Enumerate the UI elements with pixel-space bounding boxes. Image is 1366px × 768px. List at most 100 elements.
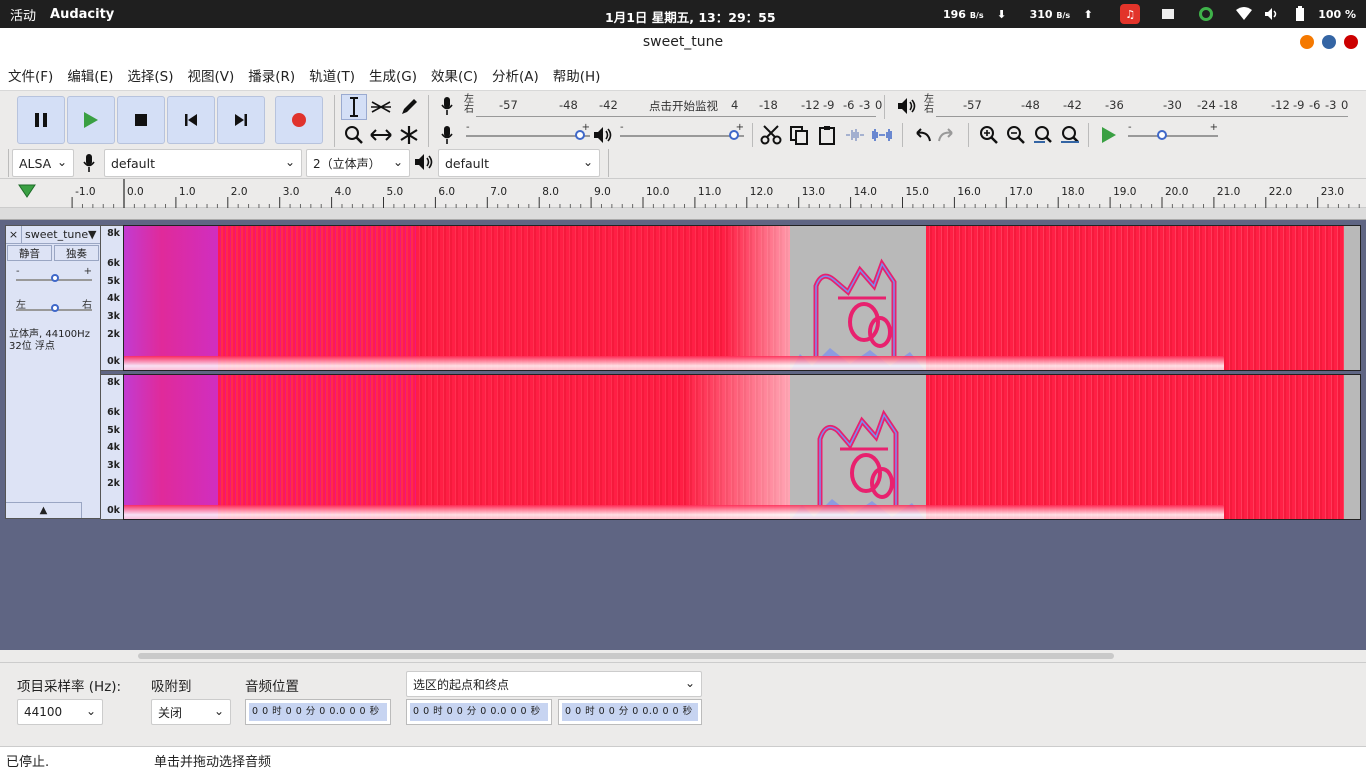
menu-effect[interactable]: 效果(C) — [431, 65, 478, 85]
menu-analyze[interactable]: 分析(A) — [492, 65, 539, 85]
spectrogram-hidden-image — [791, 258, 925, 370]
recording-meter[interactable]: 左右 -57 -48 -42 点击开始监视 4 -18 -12 -9 -6 -3… — [464, 93, 884, 117]
recording-device-select[interactable]: default ⌄ — [104, 149, 302, 177]
trim-audio-button[interactable] — [842, 122, 868, 148]
tray-green-circle-icon[interactable] — [1196, 4, 1216, 24]
copy-button[interactable] — [786, 122, 812, 148]
scrollbar-thumb[interactable] — [138, 653, 1114, 659]
menu-generate[interactable]: 生成(G) — [369, 65, 417, 85]
menu-select[interactable]: 选择(S) — [127, 65, 173, 85]
selection-end-time[interactable]: 0 0 时 0 0 分 0 0.0 0 0 秒 — [558, 699, 702, 725]
draw-tool[interactable] — [396, 94, 422, 120]
playback-volume-slider[interactable]: - + — [620, 122, 744, 146]
slider-thumb[interactable] — [51, 304, 59, 312]
playback-device-select[interactable]: default ⌄ — [438, 149, 600, 177]
redo-button[interactable] — [935, 122, 961, 148]
toolbar-separator — [752, 123, 753, 147]
window-title-bar[interactable]: sweet_tune — [0, 28, 1366, 60]
fit-project-button[interactable] — [1057, 122, 1083, 148]
solo-button[interactable]: 独奏 — [54, 245, 99, 261]
cut-button[interactable] — [758, 122, 784, 148]
menu-file[interactable]: 文件(F) — [8, 65, 53, 85]
menu-view[interactable]: 视图(V) — [188, 65, 235, 85]
playback-state: 已停止. — [6, 755, 50, 768]
ruler-scrub-strip[interactable] — [0, 208, 1366, 220]
clock[interactable]: 1月1日 星期五, 13：29：55 — [605, 7, 776, 26]
slider-thumb[interactable] — [728, 130, 739, 140]
play-button[interactable] — [67, 96, 115, 144]
menu-tracks[interactable]: 轨道(T) — [309, 65, 355, 85]
record-button[interactable] — [275, 96, 323, 144]
music-app-tray-icon[interactable]: ♫ — [1120, 4, 1141, 24]
recording-channels-select[interactable]: 2（立体声） ⌄ — [306, 149, 410, 177]
dropdown-icon[interactable]: ▼ — [88, 226, 100, 243]
meter-tick: -57 — [962, 98, 983, 112]
menu-edit[interactable]: 编辑(E) — [67, 65, 113, 85]
tray-square-icon[interactable] — [1158, 4, 1178, 24]
project-rate-select[interactable]: 44100 ⌄ — [17, 699, 103, 725]
maximize-button[interactable] — [1322, 35, 1336, 49]
audio-host-select[interactable]: ALSA ⌄ — [12, 149, 74, 177]
playback-meter[interactable]: 左右 -57 -48 -42 -36 -30 -24 -18 -12 -9 -6… — [924, 93, 1350, 117]
mute-button[interactable]: 静音 — [7, 245, 52, 261]
timeline-ruler[interactable]: -1.0 0.0 1.0 2.0 3.0 4.0 5.0 6.0 7.0 8.0 9.0 10.0 11… — [0, 178, 1366, 209]
playback-meter-scale[interactable]: -57 -48 -42 -36 -30 -24 -18 -12 -9 -6 -3… — [936, 93, 1350, 117]
selection-tool[interactable] — [341, 94, 367, 120]
selection-start-time[interactable]: 0 0 时 0 0 分 0 0.0 0 0 秒 — [406, 699, 552, 725]
horizontal-scrollbar[interactable] — [0, 650, 1366, 662]
play-speed-slider[interactable]: - + — [1128, 122, 1218, 146]
ruler-tick-label: -1.0 — [75, 186, 96, 198]
silence-audio-button[interactable] — [869, 122, 895, 148]
volume-icon[interactable] — [1262, 4, 1282, 24]
stop-button[interactable] — [117, 96, 165, 144]
zoom-tool[interactable] — [341, 122, 367, 148]
battery-icon[interactable] — [1290, 4, 1310, 24]
multi-tool[interactable] — [396, 122, 422, 148]
meter-tick: -42 — [598, 98, 619, 112]
close-button[interactable] — [1344, 35, 1358, 49]
slider-thumb[interactable] — [574, 130, 585, 140]
play-meter-button[interactable] — [894, 93, 920, 119]
meter-tick: 0 — [874, 98, 884, 112]
slider-thumb[interactable] — [1157, 130, 1168, 140]
menu-help[interactable]: 帮助(H) — [553, 65, 601, 85]
skip-to-end-button[interactable] — [217, 96, 265, 144]
audio-position-time[interactable]: 0 0 时 0 0 分 0 0.0 0 0 秒 — [245, 699, 391, 725]
ruler-tick-label: 8.0 — [542, 186, 559, 198]
collapse-track-button[interactable]: ▲ — [6, 502, 82, 518]
track-control-panel[interactable]: × sweet_tune ▼ 静音 独奏 - + 左 右 立体声, 44100H… — [5, 225, 101, 519]
fit-selection-button[interactable] — [1030, 122, 1056, 148]
track-name-menu[interactable]: sweet_tune — [22, 226, 88, 243]
zoom-in-button[interactable] — [976, 122, 1002, 148]
time-shift-tool[interactable] — [368, 122, 394, 148]
activities-button[interactable]: 活动 — [10, 5, 36, 24]
paste-button[interactable] — [814, 122, 840, 148]
play-at-speed-button[interactable] — [1096, 122, 1122, 148]
recording-meter-scale[interactable]: -57 -48 -42 点击开始监视 4 -18 -12 -9 -6 -3 0 — [476, 93, 884, 117]
pause-button[interactable] — [17, 96, 65, 144]
snap-to-select[interactable]: 关闭 ⌄ — [151, 699, 231, 725]
track-pan-slider[interactable]: 左 右 — [16, 296, 92, 320]
selection-mode-select[interactable]: 选区的起点和终点 ⌄ — [406, 671, 702, 697]
track-area[interactable]: × sweet_tune ▼ 静音 独奏 - + 左 右 立体声, 44100H… — [0, 220, 1366, 660]
spectrogram-left-channel[interactable] — [123, 225, 1361, 371]
meter-tick: -24 — [1196, 98, 1217, 112]
track-gain-slider[interactable]: - + — [16, 266, 92, 290]
frequency-axis-left-channel[interactable]: 8k 6k 5k 4k 3k 2k 0k — [101, 225, 123, 371]
minimize-button[interactable] — [1300, 35, 1314, 49]
download-rate: 196 B/s — [943, 7, 984, 21]
wifi-icon[interactable] — [1234, 4, 1254, 24]
envelope-tool[interactable] — [368, 94, 394, 120]
track-close-button[interactable]: × — [6, 226, 22, 243]
frequency-axis-right-channel[interactable]: 8k 6k 5k 4k 3k 2k 0k — [101, 374, 123, 520]
skip-to-start-button[interactable] — [167, 96, 215, 144]
slider-thumb[interactable] — [51, 274, 59, 282]
record-meter-button[interactable] — [434, 93, 460, 119]
spectrogram-right-channel[interactable] — [123, 374, 1361, 520]
undo-button[interactable] — [908, 122, 934, 148]
ruler-tick-label: 14.0 — [854, 186, 877, 198]
app-menu[interactable]: Audacity — [50, 7, 114, 22]
recording-volume-slider[interactable]: - + — [466, 122, 590, 146]
menu-transport[interactable]: 播录(R) — [248, 65, 295, 85]
zoom-out-button[interactable] — [1003, 122, 1029, 148]
